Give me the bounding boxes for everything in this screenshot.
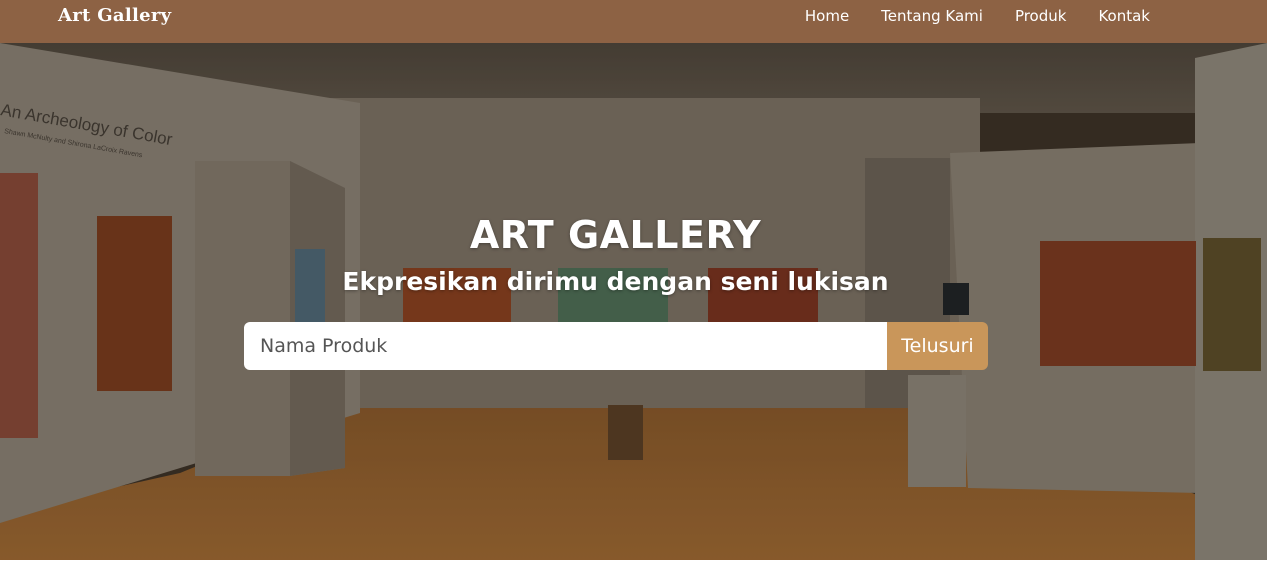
nav-links: Home Tentang Kami Produk Kontak [773,7,1150,25]
navbar: Art Gallery Home Tentang Kami Produk Kon… [0,0,1267,43]
nav-produk[interactable]: Produk [1015,7,1067,25]
search-button[interactable]: Telusuri [887,322,988,370]
hero-section: An Archeology of Color Shawn McNulty and… [0,43,1267,560]
gallery-background-image: An Archeology of Color Shawn McNulty and… [0,43,1267,560]
hero-title: ART GALLERY [469,213,762,257]
nav-tentang-kami[interactable]: Tentang Kami [881,7,983,25]
nav-kontak[interactable]: Kontak [1098,7,1150,25]
brand-logo[interactable]: Art Gallery [58,5,171,26]
nav-home[interactable]: Home [805,7,849,25]
hero-subtitle: Ekpresikan dirimu dengan seni lukisan [342,267,889,296]
search-bar: Telusuri [244,322,988,370]
search-input[interactable] [244,322,887,370]
